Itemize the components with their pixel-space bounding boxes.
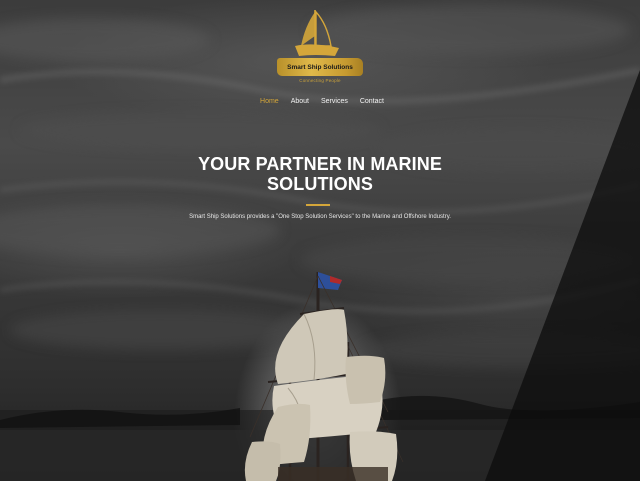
brand-name: Smart Ship Solutions <box>287 63 353 71</box>
headline-divider <box>306 204 330 206</box>
headline-line-2: SOLUTIONS <box>267 174 373 194</box>
brand-tagline: Connecting People <box>299 78 341 83</box>
nav-item-about[interactable]: About <box>291 98 309 105</box>
logo-banner[interactable]: Smart Ship Solutions <box>277 58 363 76</box>
nav-item-contact[interactable]: Contact <box>360 98 384 105</box>
hero-subtitle: Smart Ship Solutions provides a "One Sto… <box>189 214 451 220</box>
headline-line-1: YOUR PARTNER IN MARINE <box>198 154 442 174</box>
hero-headline: YOUR PARTNER IN MARINE SOLUTIONS <box>0 154 640 194</box>
nav-item-services[interactable]: Services <box>321 98 348 105</box>
main-navigation: Home About Services Contact <box>0 98 640 105</box>
nav-item-home[interactable]: Home <box>260 98 279 105</box>
sailing-ship-image <box>244 272 404 481</box>
hero-section: Smart Ship Solutions Connecting People H… <box>0 0 640 481</box>
